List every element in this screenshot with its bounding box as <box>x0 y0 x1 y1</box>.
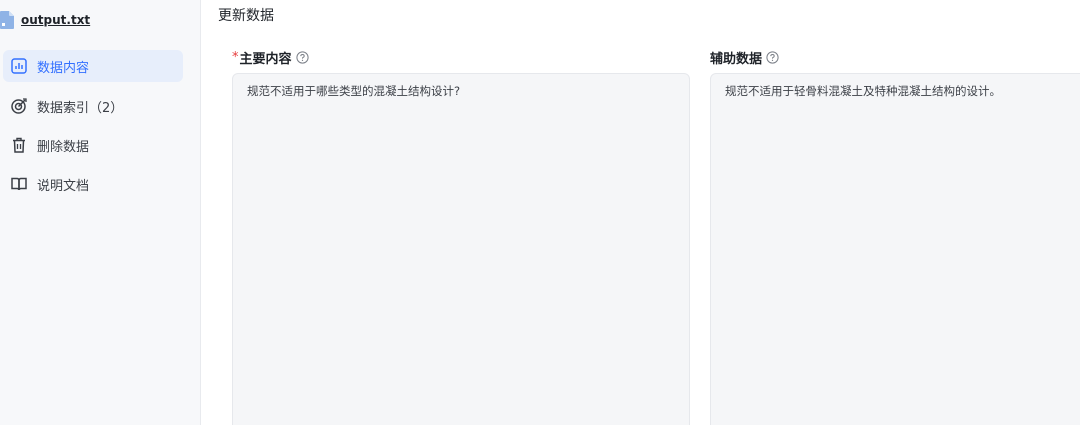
secondary-data-textarea[interactable]: 规范不适用于轻骨料混凝土及特种混凝土结构的设计。 <box>710 73 1080 425</box>
file-icon <box>0 11 14 29</box>
sidebar-item-docs[interactable]: 说明文档 <box>3 168 183 200</box>
bar-chart-icon <box>11 58 27 74</box>
required-mark: * <box>232 50 239 65</box>
sidebar-item-data-content[interactable]: 数据内容 <box>3 50 183 82</box>
sidebar: output.txt 数据内容 数据索引（2） 删除数据 说明文档 <box>0 0 201 425</box>
sidebar-item-label: 删除数据 <box>37 139 90 155</box>
help-circle-icon[interactable] <box>766 51 779 64</box>
target-index-icon <box>11 98 27 114</box>
app-root: output.txt 数据内容 数据索引（2） 删除数据 说明文档 更新数据 *… <box>0 0 1080 425</box>
sidebar-item-delete-data[interactable]: 删除数据 <box>3 129 183 161</box>
secondary-data-label-text: 辅助数据 <box>710 52 763 67</box>
primary-content-label: * 主要内容 <box>232 48 309 67</box>
help-circle-icon[interactable] <box>295 51 309 64</box>
sidebar-item-label: 数据索引（2） <box>37 100 124 116</box>
sidebar-item-data-index[interactable]: 数据索引（2） <box>3 90 183 122</box>
sidebar-item-label: 数据内容 <box>37 60 90 76</box>
page-title: 更新数据 <box>218 8 274 24</box>
trash-icon <box>13 137 25 153</box>
primary-content-textarea[interactable]: 规范不适用于哪些类型的混凝土结构设计? <box>232 73 690 425</box>
file-header: output.txt <box>0 8 90 32</box>
secondary-data-label: 辅助数据 <box>710 48 779 67</box>
file-name-link[interactable]: output.txt <box>21 13 90 27</box>
sidebar-item-label: 说明文档 <box>37 178 90 194</box>
book-icon <box>11 177 27 191</box>
primary-content-label-text: 主要内容 <box>239 52 292 67</box>
